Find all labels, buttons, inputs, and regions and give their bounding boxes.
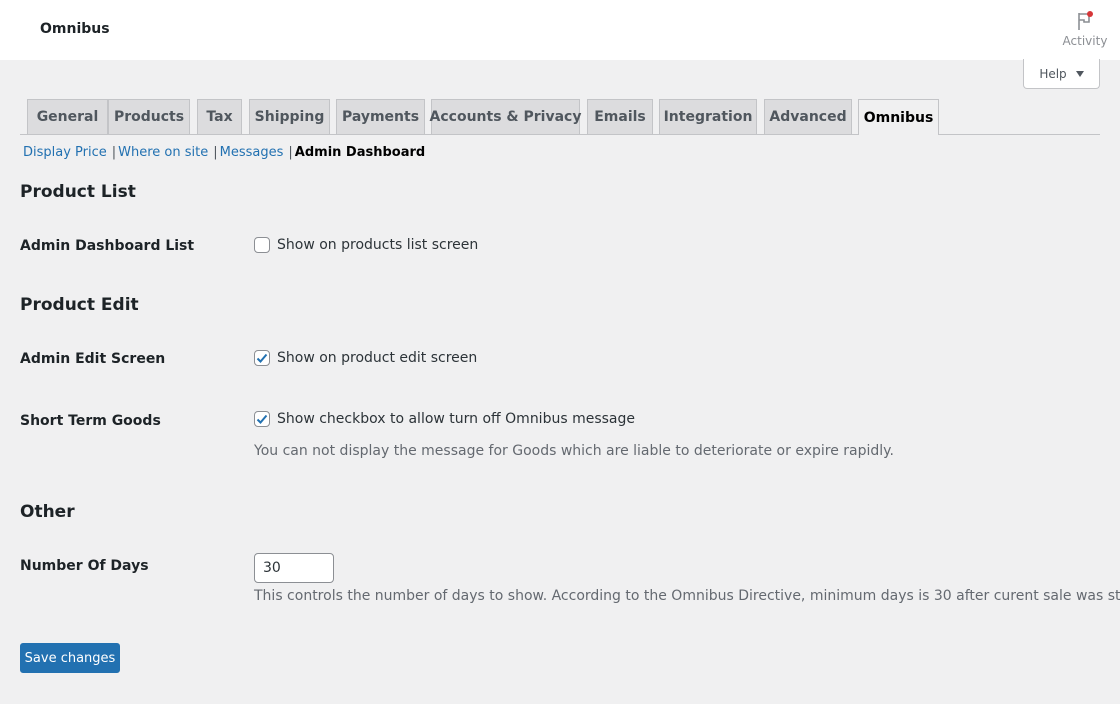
checkbox-products-list-screen[interactable] [254, 237, 270, 253]
checkbox-label-products-list[interactable]: Show on products list screen [277, 237, 478, 253]
tab-tax[interactable]: Tax [197, 99, 242, 134]
heading-product-edit: Product Edit [20, 295, 139, 315]
save-changes-button[interactable]: Save changes [20, 643, 120, 673]
label-short-term-goods: Short Term Goods [20, 413, 161, 429]
checkmark-icon [256, 353, 268, 363]
help-label: Help [1039, 66, 1067, 81]
description-number-of-days: This controls the number of days to show… [254, 588, 1120, 604]
subnav-separator: | [111, 145, 117, 160]
activity-label: Activity [1062, 34, 1108, 48]
checkmark-icon [256, 414, 268, 424]
field-admin-dashboard-list: Show on products list screen [254, 237, 478, 253]
tab-products[interactable]: Products [108, 99, 190, 134]
heading-product-list: Product List [20, 182, 136, 202]
tab-emails[interactable]: Emails [587, 99, 653, 134]
activity-button[interactable]: Activity [1062, 8, 1108, 52]
tab-shipping[interactable]: Shipping [249, 99, 330, 134]
section-subnav: Display Price | Where on site | Messages | Adm… [23, 145, 425, 160]
subnav-link-messages[interactable]: Messages [220, 145, 284, 160]
tab-advanced[interactable]: Advanced [764, 99, 852, 134]
help-button[interactable]: Help [1023, 59, 1100, 89]
page-title: Omnibus [40, 21, 110, 37]
subnav-separator: | [288, 145, 293, 160]
field-admin-edit-screen: Show on product edit screen [254, 350, 477, 366]
field-short-term-goods: Show checkbox to allow turn off Omnibus … [254, 411, 635, 427]
tab-accounts-privacy[interactable]: Accounts & Privacy [430, 99, 581, 134]
flag-icon [1062, 11, 1108, 31]
subnav-separator: | [213, 145, 218, 160]
tab-payments[interactable]: Payments [336, 99, 425, 134]
tab-general[interactable]: General [27, 99, 108, 134]
label-admin-edit-screen: Admin Edit Screen [20, 351, 166, 367]
heading-other: Other [20, 502, 75, 522]
subnav-current-admin-dashboard: Admin Dashboard [294, 145, 426, 160]
checkbox-product-edit-screen[interactable] [254, 350, 270, 366]
checkbox-label-product-edit[interactable]: Show on product edit screen [277, 350, 477, 366]
subnav-link-where-on-site[interactable]: Where on site [118, 145, 208, 160]
tab-integration[interactable]: Integration [659, 99, 757, 134]
checkbox-turn-off-omnibus-message[interactable] [254, 411, 270, 427]
settings-tabs: General Products Tax Shipping Payments A… [20, 99, 1100, 135]
caret-down-icon [1075, 71, 1084, 77]
label-admin-dashboard-list: Admin Dashboard List [20, 238, 195, 254]
label-number-of-days: Number Of Days [20, 558, 149, 574]
tab-omnibus[interactable]: Omnibus [858, 99, 939, 135]
checkbox-label-short-term-goods[interactable]: Show checkbox to allow turn off Omnibus … [277, 411, 635, 427]
description-short-term-goods: You can not display the message for Good… [254, 443, 894, 459]
number-of-days-input[interactable] [254, 553, 334, 583]
top-header: Omnibus Activity [0, 0, 1120, 60]
subnav-link-display-price[interactable]: Display Price [23, 145, 107, 160]
